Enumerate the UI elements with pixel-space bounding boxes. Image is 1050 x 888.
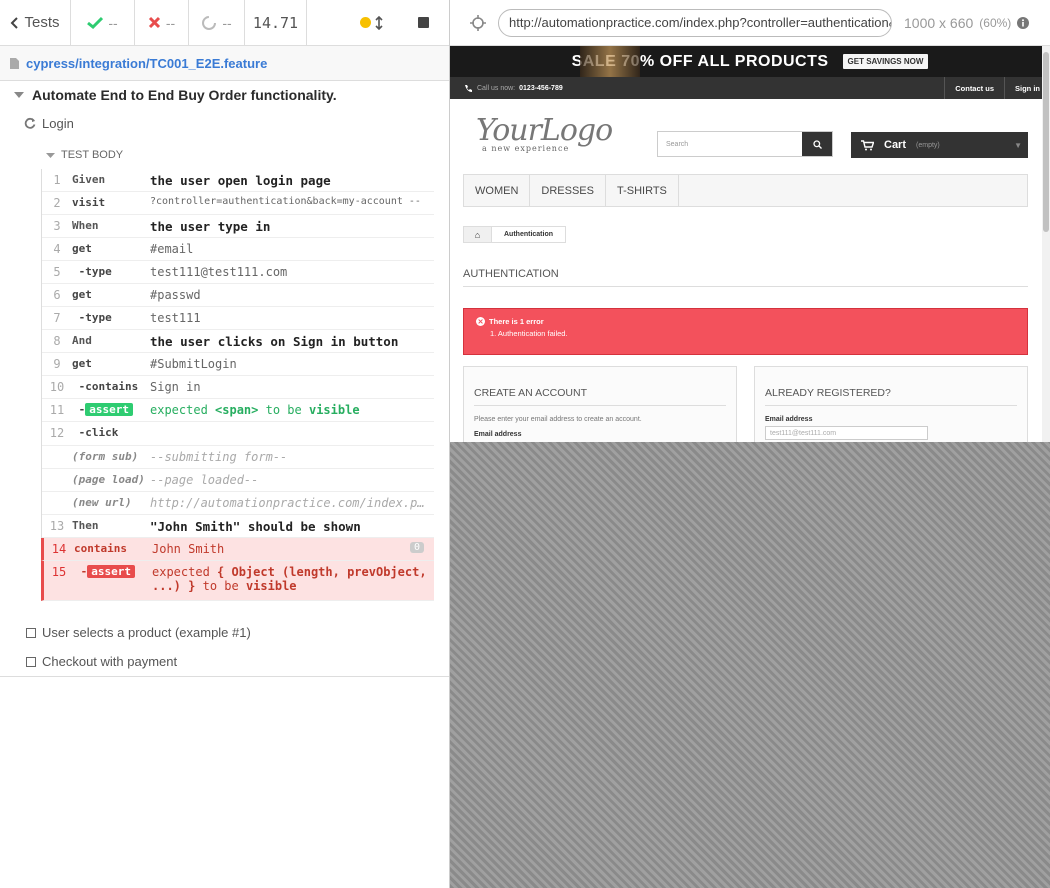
- command-row[interactable]: (page load) --page loaded--: [42, 469, 434, 492]
- command-row[interactable]: 8 And the user clicks on Sign in button: [42, 330, 434, 353]
- refresh-icon: [24, 117, 36, 129]
- command-row[interactable]: 1 Given the user open login page: [42, 169, 434, 192]
- command-row[interactable]: 13 Then "John Smith" should be shown: [42, 515, 434, 538]
- assert-badge: assert: [85, 403, 133, 416]
- autoscroll-toggle[interactable]: [345, 0, 397, 46]
- command-row-failed[interactable]: 15 - assert expected { Object (length, pre…: [41, 561, 434, 601]
- test-item[interactable]: User selects a product (example #1): [0, 618, 449, 647]
- viewport-info: 1000 x 660 (60%): [904, 15, 1030, 31]
- stop-button[interactable]: [397, 0, 449, 46]
- caret-down-icon: [46, 152, 55, 158]
- command-row[interactable]: (form sub) --submitting form--: [42, 446, 434, 469]
- reporter-panel: Tests -- -- -- 14.71 cypress/integration…: [0, 0, 450, 888]
- other-tests: User selects a product (example #1) Chec…: [0, 618, 449, 676]
- command-row[interactable]: 12 -click: [42, 422, 434, 446]
- reporter-topbar: Tests -- -- -- 14.71: [0, 0, 449, 46]
- square-icon: [26, 627, 36, 638]
- command-row[interactable]: 10 -contains Sign in: [42, 376, 434, 399]
- command-row[interactable]: 7 -type test111: [42, 307, 434, 330]
- chevron-left-icon: [11, 16, 19, 29]
- reporter-divider: [0, 676, 449, 677]
- check-icon: [87, 16, 104, 29]
- command-row[interactable]: 5 -type test111@test111.com: [42, 261, 434, 284]
- command-row[interactable]: 3 When the user type in: [42, 215, 434, 238]
- tests-label: Tests: [24, 14, 60, 31]
- caret-down-icon: [14, 92, 24, 98]
- page-title: AUTHENTICATION: [463, 268, 1028, 287]
- chevron-down-icon: ▼: [1014, 140, 1022, 150]
- top-links: Contact us Sign in: [944, 77, 1050, 99]
- aut-iframe: SALE 70% OFF ALL PRODUCTS GET SAVINGS NO…: [450, 46, 1050, 442]
- spec-file-row: cypress/integration/TC001_E2E.feature: [0, 46, 449, 81]
- file-icon: [10, 57, 19, 69]
- reporter-controls: [307, 0, 449, 45]
- command-row[interactable]: 6 get #passwd: [42, 284, 434, 307]
- duration: 14.71: [245, 0, 307, 45]
- search-icon: [812, 139, 822, 149]
- menu-item-dresses[interactable]: DRESSES: [530, 175, 606, 206]
- tests-button[interactable]: Tests: [0, 0, 71, 45]
- sale-banner[interactable]: SALE 70% OFF ALL PRODUCTS GET SAVINGS NO…: [450, 46, 1050, 77]
- suite-title[interactable]: Automate End to End Buy Order functional…: [0, 81, 449, 109]
- match-count-badge: 0: [409, 542, 424, 553]
- arrows-vertical-icon: [374, 15, 383, 30]
- site-search: Search: [657, 131, 833, 157]
- login-box: ALREADY REGISTERED? Email address test11…: [754, 366, 1028, 442]
- test-item[interactable]: Checkout with payment: [0, 647, 449, 676]
- command-row-failed[interactable]: 14 contains John Smith 0: [41, 538, 434, 561]
- breadcrumb: ⌂ Authentication: [463, 226, 566, 243]
- close-circle-icon: ✕: [476, 317, 485, 326]
- create-account-box: CREATE AN ACCOUNT Please enter your emai…: [463, 366, 737, 442]
- test-body-hook[interactable]: TEST BODY: [0, 142, 449, 168]
- search-input[interactable]: Search: [658, 132, 802, 156]
- pending-count: --: [189, 0, 245, 45]
- scrollbar-thumb[interactable]: [1043, 52, 1049, 232]
- category-menu: WOMEN DRESSES T-SHIRTS: [463, 174, 1028, 207]
- savings-button[interactable]: GET SAVINGS NOW: [842, 54, 929, 69]
- circle-notch-icon: [202, 15, 217, 30]
- site-logo[interactable]: YourLogo a new experience: [476, 113, 646, 153]
- command-log: 1 Given the user open login page 2 visit ?co…: [41, 169, 434, 601]
- cart-button[interactable]: Cart (empty) ▼: [851, 132, 1028, 158]
- failed-count: --: [135, 0, 189, 45]
- crosshair-icon[interactable]: [470, 14, 486, 31]
- assert-badge: assert: [87, 565, 135, 578]
- spec-path[interactable]: cypress/integration/TC001_E2E.feature: [26, 56, 267, 71]
- banner-model-image: [580, 46, 640, 77]
- site-header: YourLogo a new experience Search Cart (em…: [450, 99, 1050, 167]
- command-row[interactable]: 2 visit ?controller=authentication&back=my…: [42, 192, 434, 215]
- contact-link[interactable]: Contact us: [944, 77, 1004, 99]
- command-row[interactable]: 4 get #email: [42, 238, 434, 261]
- error-alert: ✕ There is 1 error 1. Authentication fail…: [463, 308, 1028, 355]
- home-icon[interactable]: ⌂: [464, 227, 492, 242]
- info-icon[interactable]: [1017, 16, 1030, 29]
- stop-icon: [417, 17, 429, 28]
- x-icon: [148, 16, 160, 29]
- cart-icon: [861, 139, 874, 150]
- command-row[interactable]: 9 get #SubmitLogin: [42, 353, 434, 376]
- scrollbar[interactable]: [1042, 46, 1050, 442]
- passed-count: --: [71, 0, 135, 45]
- menu-item-tshirts[interactable]: T-SHIRTS: [606, 175, 679, 206]
- phone-icon: [465, 84, 472, 92]
- aut-header: http://automationpractice.com/index.php?…: [450, 0, 1050, 46]
- email-field[interactable]: test111@test111.com: [765, 426, 928, 440]
- command-row[interactable]: 11 - assert expected <span> to be visible: [42, 399, 434, 422]
- search-button[interactable]: [802, 132, 832, 156]
- top-nav-strip: Call us now: 0123-456-789 Contact us Sig…: [450, 77, 1050, 99]
- command-row[interactable]: (new url) http://automationpractice.com/i…: [42, 492, 434, 515]
- square-icon: [26, 656, 36, 667]
- app-under-test-panel: http://automationpractice.com/index.php?…: [450, 0, 1050, 888]
- url-bar[interactable]: http://automationpractice.com/index.php?…: [498, 8, 892, 37]
- test-login[interactable]: Login: [0, 109, 449, 137]
- menu-item-women[interactable]: WOMEN: [464, 175, 531, 206]
- running-dot-icon: [359, 17, 371, 28]
